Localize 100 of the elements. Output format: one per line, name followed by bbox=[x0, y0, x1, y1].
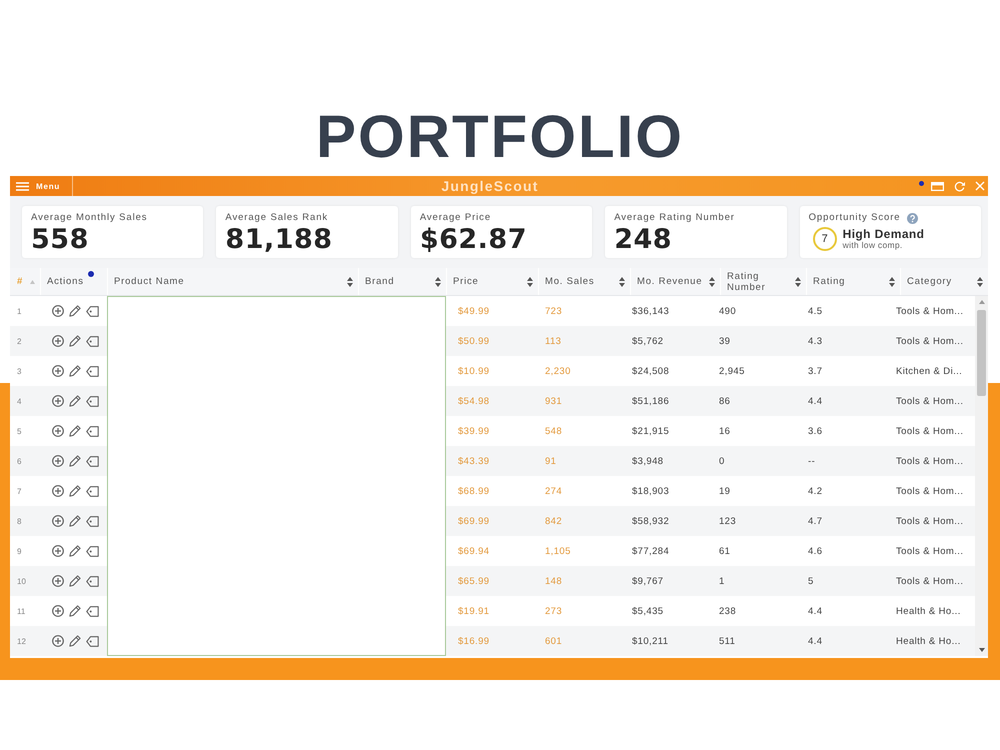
category-text: Tools & Hom... bbox=[896, 486, 964, 496]
page-heading: PORTFOLIO bbox=[316, 107, 684, 167]
scroll-down-icon[interactable] bbox=[978, 648, 984, 652]
row-number: 10 bbox=[16, 576, 27, 586]
revenue-text: $24,508 bbox=[632, 366, 670, 376]
tag-icon[interactable] bbox=[86, 516, 99, 526]
pencil-icon[interactable] bbox=[69, 365, 81, 377]
category-text: Health & Ho... bbox=[896, 636, 961, 646]
tag-icon[interactable] bbox=[86, 606, 99, 616]
sort-icon[interactable] bbox=[889, 276, 895, 286]
sales-text: 113 bbox=[545, 336, 562, 346]
column-header[interactable]: Mo. Sales bbox=[538, 268, 630, 295]
pencil-icon[interactable] bbox=[69, 305, 81, 317]
sort-icon[interactable] bbox=[977, 276, 983, 286]
tag-icon[interactable] bbox=[86, 546, 99, 556]
rating-count-text: 123 bbox=[719, 516, 736, 526]
add-icon[interactable] bbox=[52, 425, 64, 437]
add-icon[interactable] bbox=[52, 335, 64, 347]
sales-text: 723 bbox=[545, 306, 562, 316]
revenue-text: $21,915 bbox=[632, 426, 670, 436]
rating-text: 4.4 bbox=[808, 606, 822, 616]
scrollbar-thumb[interactable] bbox=[977, 310, 986, 396]
row-number: 4 bbox=[16, 396, 22, 406]
sales-text: 148 bbox=[545, 576, 562, 586]
category-text: Tools & Hom... bbox=[896, 576, 964, 586]
add-icon[interactable] bbox=[52, 605, 64, 617]
pencil-icon[interactable] bbox=[69, 575, 81, 587]
sort-icon[interactable] bbox=[795, 276, 801, 286]
rating-count-text: 61 bbox=[719, 546, 730, 556]
price-text: $69.99 bbox=[458, 516, 490, 526]
price-text: $65.99 bbox=[458, 576, 490, 586]
add-icon[interactable] bbox=[52, 485, 64, 497]
price-text: $54.98 bbox=[458, 396, 490, 406]
stat-value: 248 bbox=[614, 226, 672, 254]
tag-icon[interactable] bbox=[86, 306, 99, 316]
tag-icon[interactable] bbox=[86, 336, 99, 346]
app-title: JungleScout bbox=[441, 178, 539, 194]
scrollbar[interactable] bbox=[975, 296, 988, 656]
help-icon[interactable] bbox=[906, 212, 918, 224]
sort-icon[interactable] bbox=[435, 276, 441, 286]
pencil-icon[interactable] bbox=[69, 455, 81, 467]
add-icon[interactable] bbox=[52, 515, 64, 527]
row-number: 11 bbox=[16, 606, 26, 616]
add-icon[interactable] bbox=[52, 575, 64, 587]
add-icon[interactable] bbox=[52, 305, 64, 317]
verdict-title: High Demand bbox=[842, 228, 924, 240]
column-header[interactable]: Price bbox=[446, 268, 538, 295]
sort-icon[interactable] bbox=[709, 276, 715, 286]
column-header[interactable]: Rating Number bbox=[720, 268, 806, 295]
sales-text: 273 bbox=[545, 606, 562, 616]
pencil-icon[interactable] bbox=[69, 395, 81, 407]
tag-icon[interactable] bbox=[86, 636, 99, 646]
row-number: 5 bbox=[16, 426, 22, 436]
sort-icon[interactable] bbox=[619, 276, 625, 286]
tag-icon[interactable] bbox=[86, 426, 99, 436]
category-text: Tools & Hom... bbox=[896, 426, 964, 436]
pencil-icon[interactable] bbox=[69, 425, 81, 437]
add-icon[interactable] bbox=[52, 455, 64, 467]
pencil-icon[interactable] bbox=[69, 545, 81, 557]
pencil-icon[interactable] bbox=[69, 485, 81, 497]
price-text: $39.99 bbox=[458, 426, 490, 436]
score-ring: 7 bbox=[812, 227, 837, 251]
sales-text: 1,105 bbox=[545, 546, 571, 556]
sales-text: 91 bbox=[545, 456, 556, 466]
column-header[interactable]: Actions bbox=[40, 268, 107, 295]
stat-value: 558 bbox=[31, 226, 89, 254]
sales-text: 842 bbox=[545, 516, 562, 526]
revenue-text: $10,211 bbox=[632, 636, 668, 646]
sort-icon[interactable] bbox=[347, 276, 353, 286]
rating-count-text: 2,945 bbox=[719, 366, 745, 376]
add-icon[interactable] bbox=[52, 545, 64, 557]
column-header[interactable]: Brand bbox=[358, 268, 446, 295]
add-icon[interactable] bbox=[52, 365, 64, 377]
sort-icon[interactable] bbox=[527, 276, 533, 286]
tag-icon[interactable] bbox=[86, 366, 99, 376]
price-text: $16.99 bbox=[458, 636, 490, 646]
column-header[interactable]: Product Name bbox=[107, 268, 358, 295]
pencil-icon[interactable] bbox=[69, 335, 81, 347]
row-number: 1 bbox=[16, 306, 22, 316]
tag-icon[interactable] bbox=[86, 456, 99, 466]
pencil-icon[interactable] bbox=[69, 515, 81, 527]
rating-text: 4.6 bbox=[808, 546, 822, 556]
tag-icon[interactable] bbox=[86, 486, 99, 496]
tag-icon[interactable] bbox=[86, 576, 99, 586]
pencil-icon[interactable] bbox=[69, 605, 81, 617]
rating-text: -- bbox=[808, 456, 816, 466]
rating-count-text: 86 bbox=[719, 396, 730, 406]
price-text: $68.99 bbox=[458, 486, 490, 496]
add-icon[interactable] bbox=[52, 395, 64, 407]
revenue-text: $18,903 bbox=[632, 486, 670, 496]
column-header[interactable]: Mo. Revenue bbox=[630, 268, 720, 295]
add-icon[interactable] bbox=[52, 635, 64, 647]
sales-text: 274 bbox=[545, 486, 562, 496]
rating-count-text: 0 bbox=[719, 456, 725, 466]
pencil-icon[interactable] bbox=[69, 635, 81, 647]
rating-count-text: 238 bbox=[719, 606, 736, 616]
tag-icon[interactable] bbox=[86, 396, 99, 406]
column-header[interactable]: Category bbox=[900, 268, 988, 295]
category-text: Health & Ho... bbox=[896, 606, 961, 616]
column-header[interactable]: Rating bbox=[806, 268, 900, 295]
